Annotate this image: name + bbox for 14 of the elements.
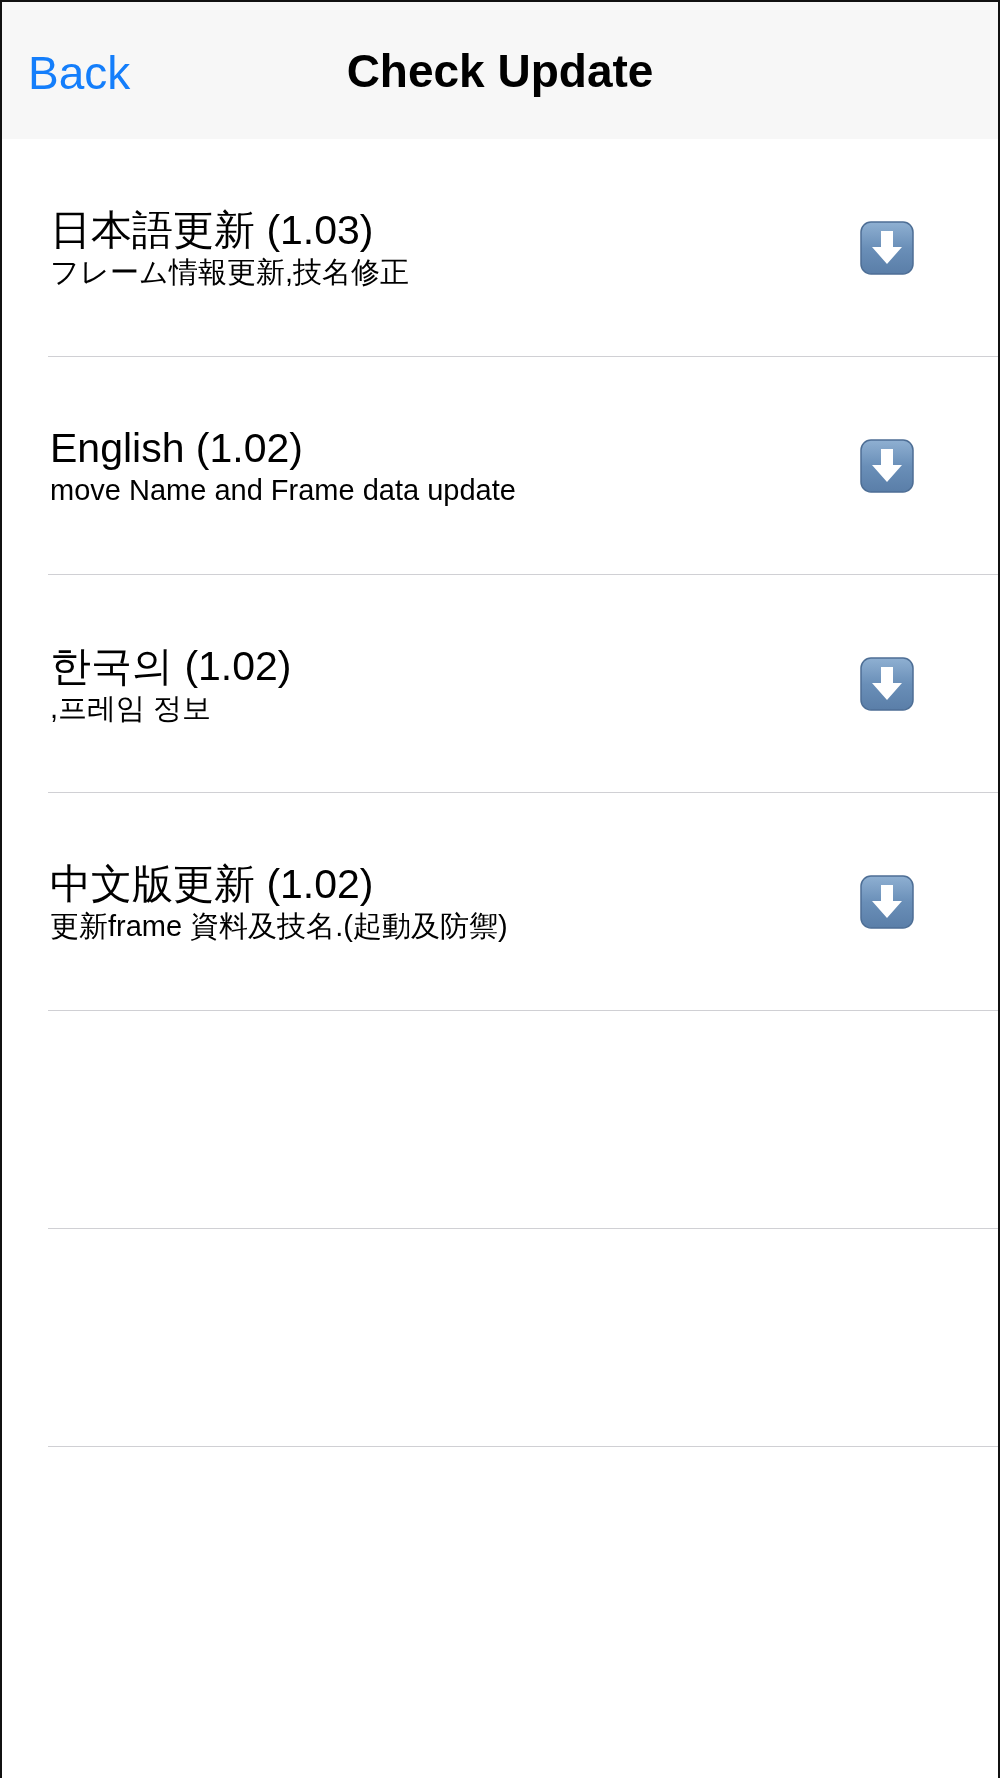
update-title: 日本語更新 (1.03) (50, 205, 375, 255)
download-icon[interactable] (860, 438, 914, 493)
update-description: 更新frame 資料及技名.(起動及防禦) (50, 908, 508, 944)
download-icon[interactable] (860, 220, 914, 275)
update-description: move Name and Frame data update (50, 472, 516, 508)
update-description: ,프레임 정보 (50, 690, 213, 726)
back-button[interactable]: Back (28, 46, 131, 100)
update-title: English (1.02) (50, 423, 304, 473)
download-icon[interactable] (860, 874, 914, 929)
update-title: 한국의 (1.02) (50, 641, 292, 691)
screen-title: Check Update (346, 43, 654, 98)
update-title: 中文版更新 (1.02) (50, 859, 375, 909)
download-icon[interactable] (860, 656, 914, 711)
update-description: フレーム情報更新,技名修正 (50, 254, 410, 290)
